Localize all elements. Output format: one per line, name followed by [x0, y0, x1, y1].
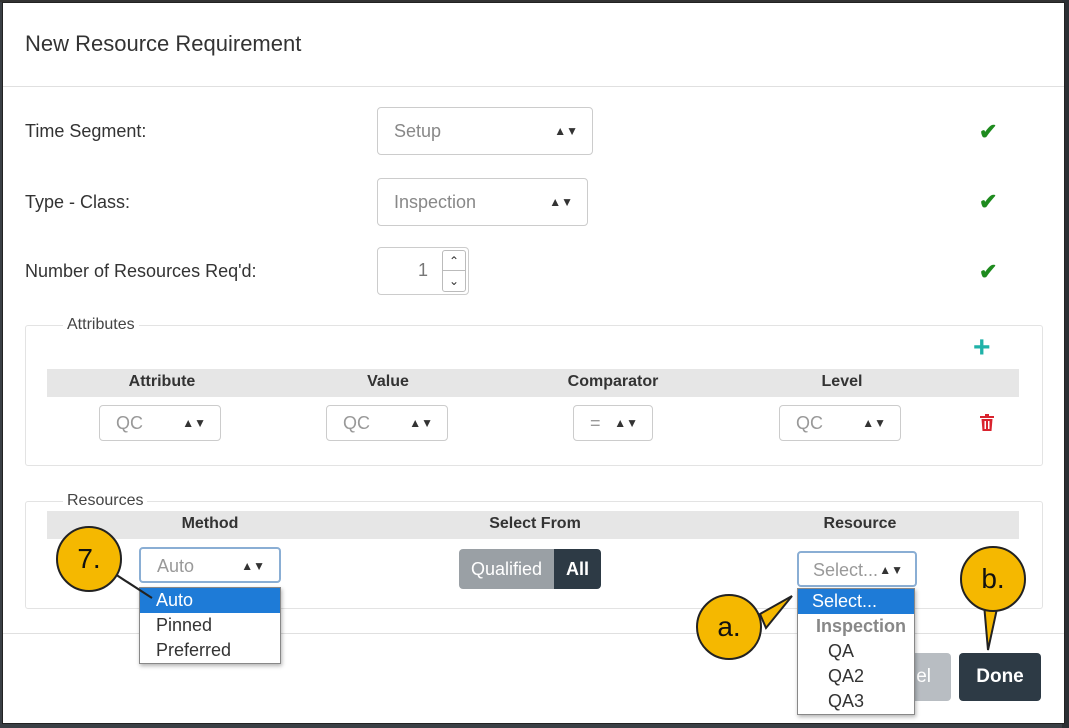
callout-b: b. [960, 546, 1026, 612]
callout-tails [111, 571, 1000, 651]
callout-a-tail [758, 595, 793, 630]
callout-7-tail [111, 571, 153, 599]
callout-7: 7. [56, 526, 122, 592]
callout-a: a. [696, 594, 762, 660]
